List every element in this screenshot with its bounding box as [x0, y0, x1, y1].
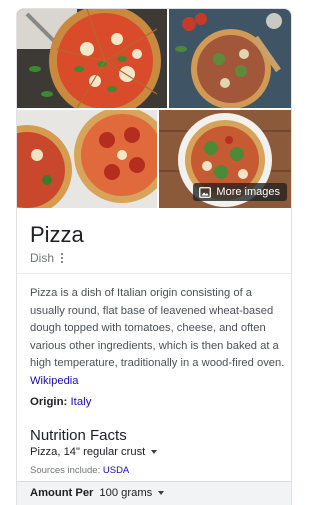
pizza-image-4[interactable]: More images [159, 110, 291, 208]
chevron-down-icon [151, 450, 158, 454]
origin-label: Origin: [30, 396, 68, 408]
serving-select[interactable]: Pizza, 14" regular crust [30, 446, 158, 458]
description: Pizza is a dish of Italian origin consis… [30, 285, 288, 390]
amount-per-label: Amount Per [30, 487, 94, 499]
more-images-label: More images [216, 186, 280, 198]
more-options-icon[interactable] [59, 253, 65, 263]
pizza-image-2[interactable] [169, 9, 291, 108]
image-icon [199, 186, 212, 198]
description-text: Pizza is a dish of Italian origin consis… [30, 287, 285, 369]
knowledge-panel: More images Pizza Dish Pizza is a dish o… [16, 8, 292, 505]
divider [17, 273, 291, 274]
entity-title: Pizza [30, 222, 84, 247]
amount-per-select[interactable]: Amount Per 100 grams [30, 487, 165, 499]
chevron-down-icon [158, 491, 165, 495]
sources-prefix: Sources include: [30, 465, 101, 476]
entity-type: Dish [30, 251, 55, 265]
origin-row: Origin: Italy [30, 396, 91, 408]
usda-link[interactable]: USDA [103, 465, 129, 476]
origin-link[interactable]: Italy [71, 396, 92, 408]
entity-type-row: Dish [30, 251, 65, 265]
sources-row: Sources include: USDA [30, 465, 129, 476]
wikipedia-link[interactable]: Wikipedia [30, 375, 79, 387]
pizza-image-3[interactable] [17, 110, 157, 208]
serving-label: Pizza, 14" regular crust [30, 446, 146, 458]
more-images-button[interactable]: More images [193, 183, 287, 201]
nutrition-title: Nutrition Facts [30, 427, 127, 444]
pizza-image-1[interactable] [17, 9, 167, 108]
amount-per-value: 100 grams [99, 487, 153, 499]
